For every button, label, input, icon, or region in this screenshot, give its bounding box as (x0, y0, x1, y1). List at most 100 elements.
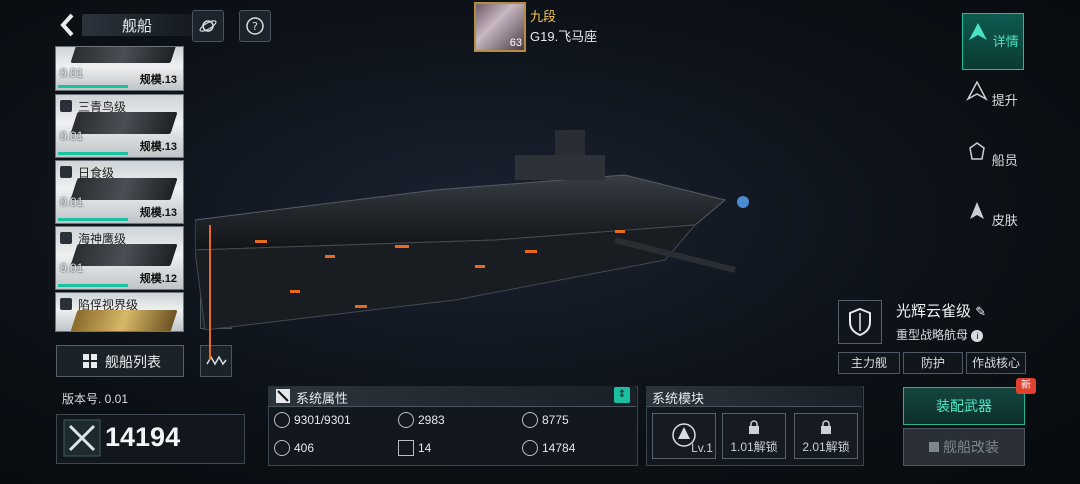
attr-firepower: 14784 (522, 440, 575, 464)
tag-capital-ship: 主力舰 (838, 352, 900, 374)
checkered-icon (398, 440, 414, 456)
tab-label: 详情 (992, 34, 1019, 49)
ship-class-icon (60, 166, 72, 178)
module-unlock-label: 2.01解锁 (802, 440, 850, 454)
fleet-list-button[interactable]: 舰船列表 (56, 345, 184, 377)
chevron-left-icon (60, 13, 74, 37)
attr-value: 406 (294, 441, 315, 455)
attr-armor: 2983 (398, 412, 445, 436)
attr-value: 14784 (542, 441, 576, 455)
attr-hull: 9301/9301 (274, 412, 351, 436)
module-slot-2[interactable]: 1.01解锁 (722, 413, 786, 459)
tab-label: 皮肤 (991, 213, 1018, 228)
tab-skin[interactable]: 皮肤 (962, 193, 1022, 248)
ship-class-icon (60, 232, 72, 244)
lock-icon (821, 420, 831, 434)
ship-value: 0.01 (60, 129, 84, 143)
fleet-list-label: 舰船列表 (105, 354, 161, 370)
ship-class-text: 光辉云雀级 (896, 303, 972, 320)
tab-label: 提升 (991, 93, 1018, 108)
ship-thumbnail (70, 244, 178, 266)
crew-icon (969, 142, 985, 160)
shield-stat-icon (522, 412, 538, 428)
ship-class-name: 光辉云雀级 ✎ (896, 300, 986, 321)
ship-type-text: 重型战略航母 (896, 328, 969, 342)
attr-shield: 8775 (522, 412, 569, 436)
shield-icon (849, 307, 871, 337)
player-avatar[interactable]: 63 (474, 2, 526, 52)
upgrade-icon (966, 80, 989, 101)
tab-label: 船员 (991, 153, 1018, 168)
back-button[interactable] (58, 12, 78, 38)
ship-progress-bar (58, 284, 128, 287)
tab-details[interactable]: 详情 (962, 13, 1024, 70)
ship-role-badge (838, 300, 882, 344)
ship-refit-button[interactable]: 舰船改装 (903, 428, 1025, 466)
skin-icon (970, 202, 985, 219)
ship-card-3[interactable]: 海神鹰级 0.01 规模.12 (55, 226, 184, 290)
ship-scale: 规模.12 (139, 273, 177, 285)
hull-icon (274, 412, 290, 428)
module-slot-3[interactable]: 2.01解锁 (794, 413, 858, 459)
page-title: 舰船 (122, 18, 153, 35)
modules-title: 系统模块 (652, 391, 705, 406)
toggle-arrow-icon[interactable]: ⇕ (614, 387, 630, 403)
tab-crew[interactable]: 船员 (962, 133, 1022, 188)
crossed-swords-icon (63, 419, 101, 457)
armor-icon (398, 412, 414, 428)
ship-card-4[interactable]: 陷俘视界级 (55, 292, 184, 332)
ship-type: 重型战略航母 i (896, 326, 984, 343)
tab-upgrade[interactable]: 提升 (962, 73, 1022, 128)
attr-warp: 14 (398, 440, 431, 464)
lock-icon (929, 442, 939, 452)
ship-value: 0.01 (60, 195, 84, 209)
equip-weapon-button[interactable]: 装配武器 (903, 387, 1025, 425)
tag-defense: 防护 (903, 352, 963, 374)
edit-icon[interactable]: ✎ (975, 304, 986, 319)
planet-button[interactable] (192, 10, 224, 42)
ship-progress-bar (58, 218, 128, 221)
ship-progress-bar (58, 85, 128, 88)
ship-card-1[interactable]: 三青鸟级 0.01 规模.13 (55, 94, 184, 158)
ship-model-image (195, 130, 749, 360)
ship-thumbnail (70, 310, 178, 331)
ship-card-2[interactable]: 日食级 0.01 规模.13 (55, 160, 184, 224)
attr-speed: 406 (274, 440, 314, 464)
ship-progress-bar (58, 152, 128, 155)
info-icon[interactable]: i (971, 330, 984, 342)
attributes-icon (276, 389, 290, 403)
ship-thumbnail (70, 178, 178, 200)
ship-value: 0.01 (60, 66, 84, 80)
attr-value: 2983 (418, 413, 445, 427)
module-slot-1[interactable]: Lv.1 (652, 413, 716, 459)
grid-icon (83, 354, 97, 368)
ship-class-icon (60, 298, 72, 310)
planet-icon (199, 20, 217, 32)
tag-combat-core: 作战核心 (966, 352, 1026, 374)
attr-value: 14 (418, 441, 432, 455)
module-unlock-label: 1.01解锁 (730, 440, 778, 454)
ship-scale: 规模.13 (139, 74, 177, 86)
ship-class-icon (60, 100, 72, 112)
question-icon: ? (246, 17, 264, 35)
ship-thumbnail (70, 112, 178, 134)
attributes-title: 系统属性 (296, 391, 349, 406)
new-badge: 新 (1016, 378, 1036, 394)
ship-value: 0.01 (60, 261, 84, 275)
ship-scale: 规模.13 (139, 207, 177, 219)
help-button[interactable]: ? (239, 10, 271, 42)
ship-scale: 规模.13 (139, 141, 177, 153)
attributes-header: 系统属性 ⇕ (268, 386, 636, 407)
svg-text:?: ? (252, 20, 258, 33)
ship-card-0[interactable]: 0.01 规模.13 (55, 46, 184, 91)
player-level: 63 (509, 37, 522, 49)
ship-thumbnail (70, 47, 178, 63)
lock-icon (749, 420, 759, 434)
ship-icon (969, 23, 988, 40)
version-label: 版本号. 0.01 (62, 392, 129, 406)
player-name: 九段 (530, 9, 557, 24)
combat-power-value: 14194 (105, 422, 181, 452)
player-server: G19.飞马座 (530, 29, 598, 44)
attr-value: 8775 (542, 413, 569, 427)
speed-icon (274, 440, 290, 456)
